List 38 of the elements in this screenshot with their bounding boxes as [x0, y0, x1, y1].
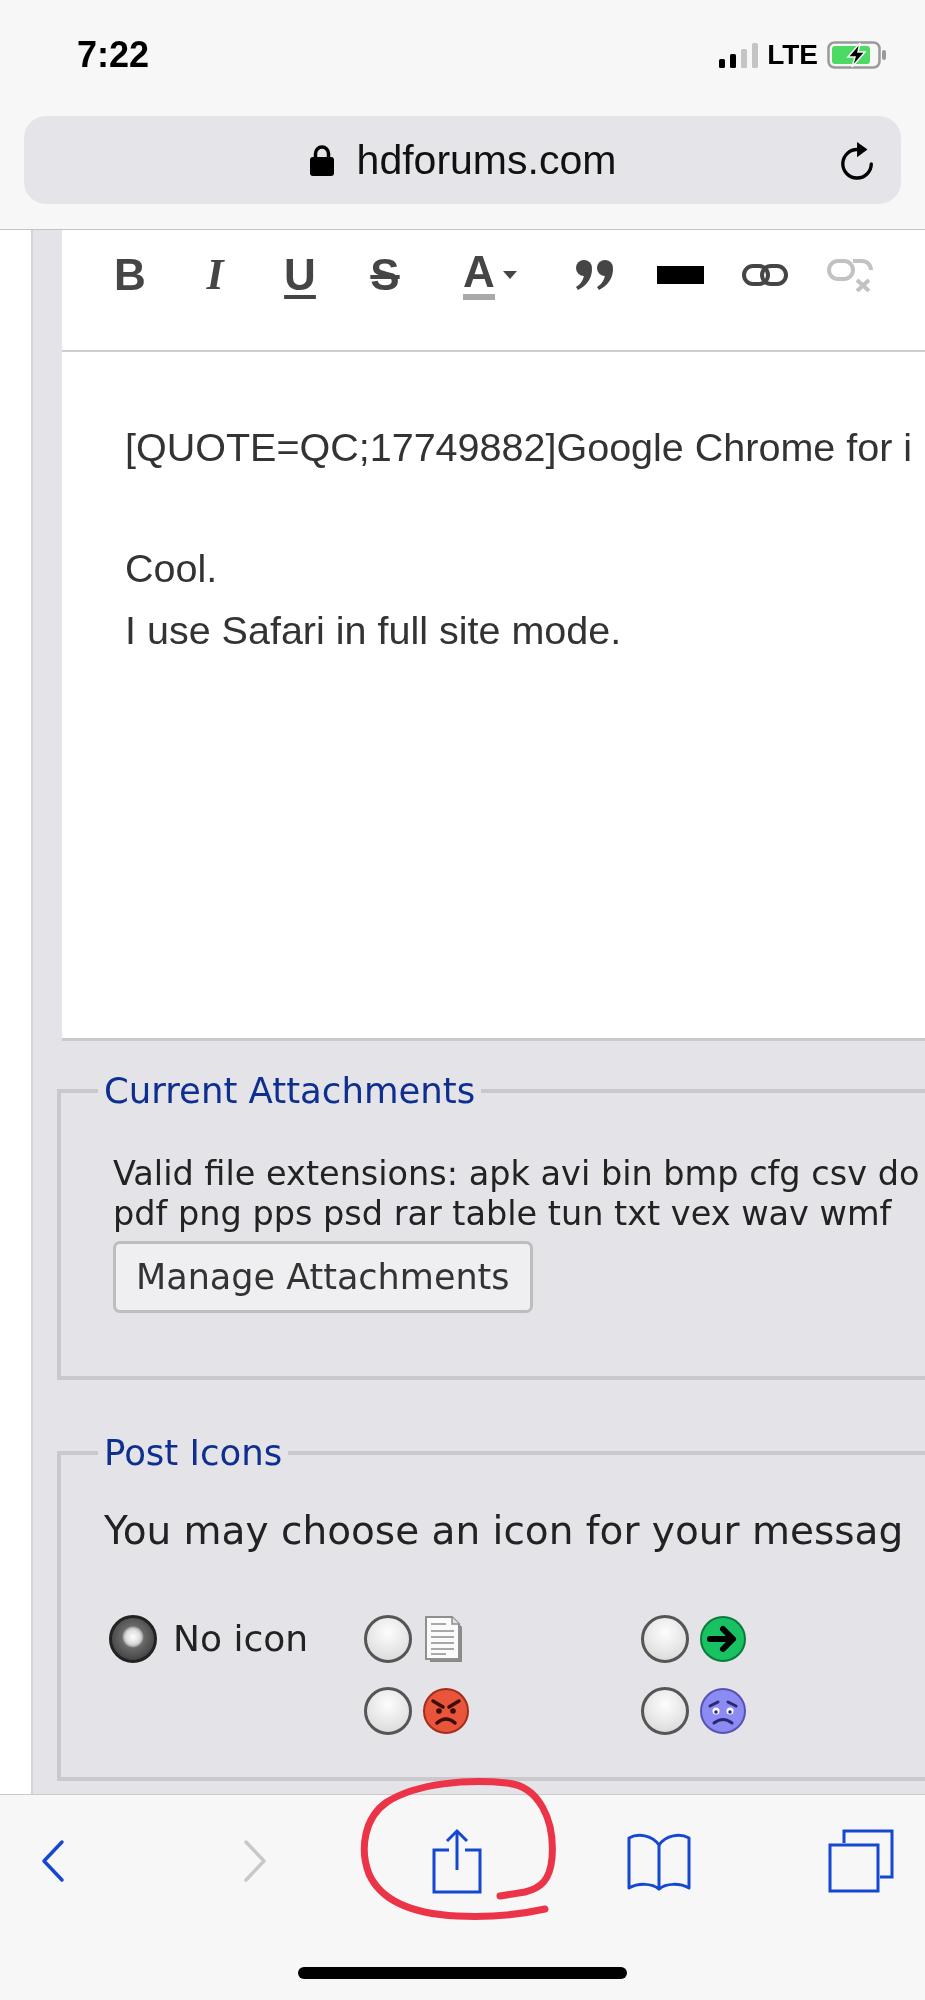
chevron-right-icon: [243, 1839, 267, 1883]
extensions-text: Valid file extensions: apk avi bin bmp cfg csv do: [113, 1154, 921, 1194]
network-label: LTE: [767, 40, 818, 70]
underline-button[interactable]: U: [270, 247, 330, 303]
manage-attachments-button[interactable]: Manage Attachments: [113, 1241, 533, 1313]
bold-button[interactable]: B: [100, 247, 160, 303]
radio-button[interactable]: [364, 1615, 412, 1663]
radio-button[interactable]: [109, 1615, 157, 1663]
chevron-left-icon: [41, 1839, 65, 1883]
radio-button[interactable]: [641, 1615, 689, 1663]
strikethrough-button[interactable]: S: [355, 247, 415, 303]
italic-button[interactable]: I: [185, 247, 245, 303]
status-time: 7:22: [77, 35, 150, 75]
fieldset-legend: Current Attachments: [98, 1071, 482, 1111]
quote-icon: [575, 259, 615, 291]
share-icon: [432, 1828, 482, 1894]
lock-icon: [308, 144, 335, 176]
extensions-text: pdf png pps psd rar table tun txt vex wav wmf: [113, 1194, 893, 1234]
unlink-icon: [827, 258, 873, 292]
post-icon-prompt: You may choose an icon for your messag: [104, 1507, 905, 1555]
angry-face-icon: [422, 1687, 470, 1735]
open-book-icon: [627, 1831, 691, 1891]
signal-icon: [719, 42, 759, 68]
address-bar[interactable]: hdforums.com: [24, 116, 901, 204]
bar-icon: [656, 266, 704, 284]
radio-button[interactable]: [641, 1687, 689, 1735]
url-text: hdforums.com: [356, 136, 617, 184]
option-label[interactable]: No icon: [173, 1615, 309, 1663]
text-color-button[interactable]: A: [440, 247, 540, 303]
message-field[interactable]: [QUOTE=QC;17749882]Google Chrome for i Cool. I use Safari in full site mode.: [62, 352, 925, 1038]
tabs-icon: [828, 1829, 894, 1893]
caret-icon: [502, 271, 517, 279]
chain-link-icon: [742, 263, 788, 287]
sad-face-icon: [699, 1687, 747, 1735]
battery-icon: [827, 41, 887, 69]
radio-button[interactable]: [364, 1687, 412, 1735]
document-icon: [422, 1615, 464, 1663]
fieldset-legend: Post Icons: [98, 1433, 289, 1473]
